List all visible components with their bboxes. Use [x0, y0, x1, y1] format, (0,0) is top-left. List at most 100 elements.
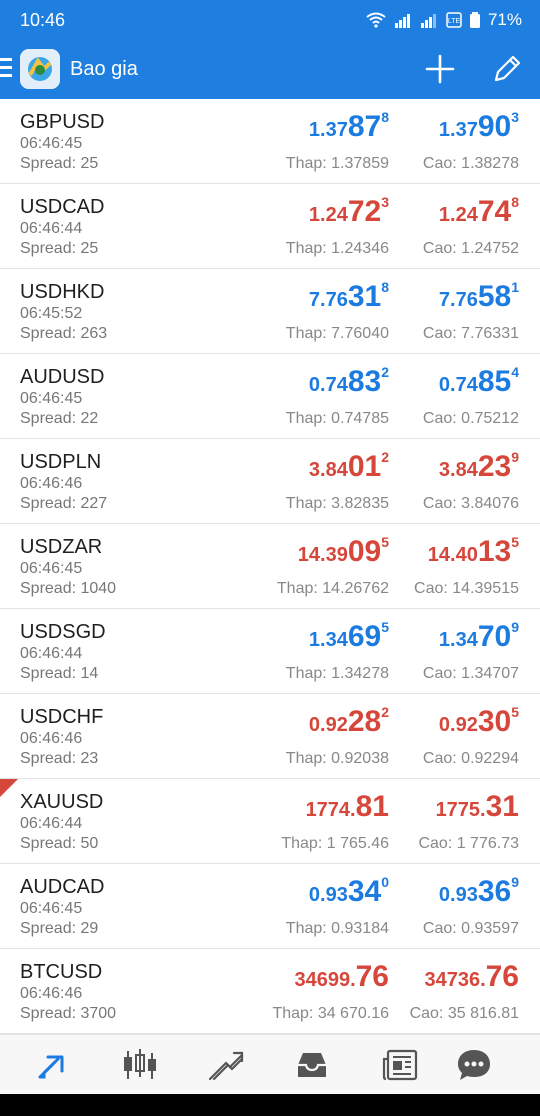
ask-price: 1.24748 [438, 194, 519, 228]
nav-chart[interactable] [120, 1047, 160, 1083]
nav-chat[interactable] [454, 1047, 494, 1083]
quote-time: 06:46:46 [20, 730, 83, 747]
quote-row-audcad[interactable]: AUDCAD 06:46:45 Spread: 29 0.93340 0.933… [0, 864, 540, 949]
spread-value: Spread: 227 [20, 495, 108, 512]
symbol-name: AUDUSD [20, 366, 105, 388]
spread-value: Spread: 29 [20, 920, 99, 937]
spread-value: Spread: 14 [20, 665, 99, 682]
nav-trade[interactable] [206, 1047, 246, 1083]
symbol-name: USDSGD [20, 621, 106, 643]
system-nav-bar [0, 1094, 540, 1116]
bid-price: 1774.81 [305, 790, 389, 823]
low-value: Thap: 1.37859 [285, 155, 389, 172]
symbol-name: BTCUSD [20, 961, 103, 983]
ask-price: 1.37903 [438, 109, 519, 143]
quote-row-usdzar[interactable]: USDZAR 06:46:45 Spread: 1040 14.39095 14… [0, 524, 540, 609]
high-value: Cao: 3.84076 [422, 495, 519, 512]
quote-row-gbpusd[interactable]: GBPUSD 06:46:45 Spread: 25 1.37878 1.379… [0, 99, 540, 184]
quote-row-usdpln[interactable]: USDPLN 06:46:46 Spread: 227 3.84012 3.84… [0, 439, 540, 524]
history-icon [298, 1053, 326, 1077]
status-icons: LTE 71% [366, 10, 522, 30]
ask-price: 0.93369 [438, 874, 519, 908]
quote-row-audusd[interactable]: AUDUSD 06:46:45 Spread: 22 0.74832 0.748… [0, 354, 540, 439]
symbol-name: AUDCAD [20, 876, 105, 898]
battery-level: 71% [487, 10, 522, 29]
spread-value: Spread: 3700 [20, 1005, 117, 1022]
quote-time: 06:46:44 [20, 815, 83, 832]
bid-price: 0.74832 [308, 364, 389, 398]
low-value: Thap: 14.26762 [276, 580, 389, 597]
high-value: Cao: 1 776.73 [418, 835, 519, 852]
selected-corner-marker [0, 779, 18, 797]
pencil-icon [494, 55, 521, 82]
ask-price: 14.40135 [427, 534, 519, 568]
add-symbol-button[interactable] [420, 52, 460, 86]
nav-news[interactable] [380, 1047, 420, 1083]
bid-price: 7.76318 [308, 279, 389, 313]
ask-price: 3.84239 [438, 449, 519, 483]
volte-icon: LTE [446, 12, 462, 28]
bid-price: 0.92282 [308, 704, 389, 738]
quote-row-xauusd[interactable]: XAUUSD 06:46:44 Spread: 50 1774.81 1775.… [0, 779, 540, 864]
chart-icon [124, 1049, 156, 1079]
edit-button[interactable] [486, 52, 526, 86]
trade-icon [208, 1051, 244, 1081]
quote-row-usdchf[interactable]: USDCHF 06:46:46 Spread: 23 0.92282 0.923… [0, 694, 540, 779]
symbol-name: XAUUSD [20, 791, 104, 813]
plus-icon [425, 54, 455, 84]
news-icon [382, 1049, 418, 1081]
ask-price: 0.92305 [438, 704, 519, 738]
symbol-name: USDHKD [20, 281, 105, 303]
low-value: Thap: 0.74785 [285, 410, 389, 427]
high-value: Cao: 35 816.81 [409, 1005, 519, 1022]
quote-time: 06:46:45 [20, 135, 83, 152]
nav-history[interactable] [292, 1047, 332, 1083]
ask-price: 34736.76 [424, 960, 519, 993]
low-value: Thap: 1.24346 [285, 240, 389, 257]
ask-price: 0.74854 [438, 364, 519, 398]
low-value: Thap: 1 765.46 [281, 835, 389, 852]
low-value: Thap: 7.76040 [285, 325, 389, 342]
low-value: Thap: 34 670.16 [272, 1005, 389, 1022]
low-value: Thap: 0.93184 [285, 920, 389, 937]
app-bar: Bao gia [0, 40, 540, 99]
status-bar: 10:46 LTE 71% [0, 0, 540, 40]
bid-price: 1.37878 [308, 109, 389, 143]
bid-price: 34699.76 [294, 960, 389, 993]
high-value: Cao: 0.75212 [422, 410, 519, 427]
signal-icon-2 [420, 14, 436, 28]
high-value: Cao: 1.24752 [422, 240, 519, 257]
bid-price: 3.84012 [308, 449, 389, 483]
quote-row-btcusd[interactable]: BTCUSD 06:46:46 Spread: 3700 34699.76 34… [0, 949, 540, 1034]
quote-time: 06:46:44 [20, 645, 83, 662]
quote-time: 06:46:45 [20, 560, 83, 577]
quote-time: 06:46:44 [20, 220, 83, 237]
quotes-icon [38, 1055, 64, 1079]
quote-row-usdsgd[interactable]: USDSGD 06:46:44 Spread: 14 1.34695 1.347… [0, 609, 540, 694]
low-value: Thap: 3.82835 [285, 495, 389, 512]
symbol-name: GBPUSD [20, 111, 105, 133]
quote-time: 06:46:45 [20, 900, 83, 917]
wifi-icon [366, 12, 386, 28]
nav-quotes[interactable] [34, 1047, 74, 1083]
high-value: Cao: 0.93597 [422, 920, 519, 937]
metatrader-logo [20, 49, 60, 89]
bid-price: 1.24723 [308, 194, 389, 228]
symbol-name: USDCHF [20, 706, 104, 728]
high-value: Cao: 1.38278 [422, 155, 519, 172]
spread-value: Spread: 23 [20, 750, 99, 767]
high-value: Cao: 0.92294 [422, 750, 519, 767]
quote-row-usdcad[interactable]: USDCAD 06:46:44 Spread: 25 1.24723 1.247… [0, 184, 540, 269]
symbol-name: USDZAR [20, 536, 103, 558]
spread-value: Spread: 25 [20, 240, 99, 257]
quote-time: 06:46:45 [20, 390, 83, 407]
quote-row-usdhkd[interactable]: USDHKD 06:45:52 Spread: 263 7.76318 7.76… [0, 269, 540, 354]
quote-list: GBPUSD 06:46:45 Spread: 25 1.37878 1.379… [0, 99, 540, 1034]
spread-value: Spread: 25 [20, 155, 99, 172]
spread-value: Spread: 22 [20, 410, 99, 427]
low-value: Thap: 1.34278 [285, 665, 389, 682]
high-value: Cao: 14.39515 [414, 580, 519, 597]
bottom-nav [0, 1034, 540, 1095]
menu-icon[interactable] [0, 58, 14, 78]
spread-value: Spread: 50 [20, 835, 99, 852]
